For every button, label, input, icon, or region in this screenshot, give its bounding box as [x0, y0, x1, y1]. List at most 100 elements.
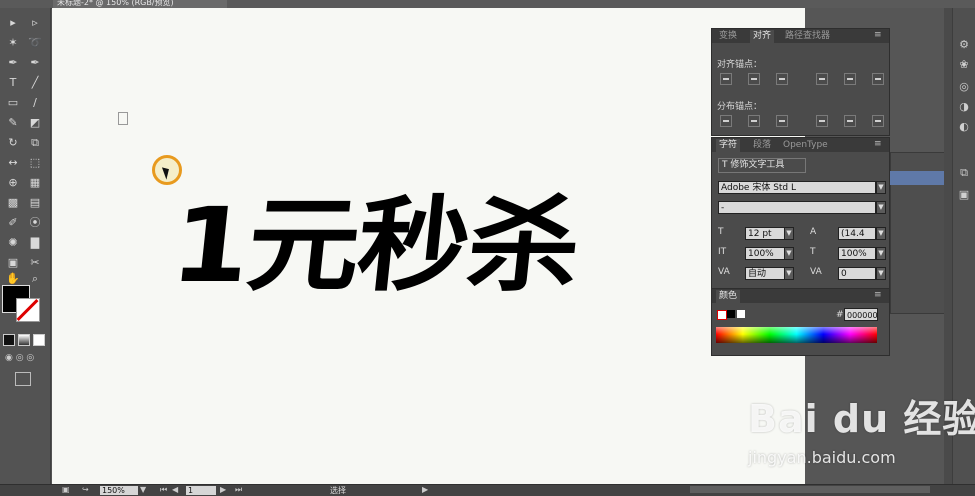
leading-field[interactable]: (14.4 [838, 227, 876, 240]
none-swatch[interactable] [717, 310, 727, 320]
touch-type-tool-button[interactable]: T 修饰文字工具 [718, 158, 806, 173]
pencil-tool-icon[interactable]: ✎ [4, 116, 22, 130]
align-bottom-button[interactable] [872, 73, 884, 85]
artboard-tool-icon[interactable]: ▣ [4, 256, 22, 270]
slice-tool-icon[interactable]: ✂ [26, 256, 44, 270]
align-left-button[interactable] [720, 73, 732, 85]
tab-transform[interactable]: 变换 [716, 30, 740, 43]
free-transform-tool-icon[interactable]: ⬚ [26, 156, 44, 170]
hand-tool-icon[interactable]: ✋ [4, 272, 22, 286]
status-menu-arrow-icon[interactable]: ▶ [422, 485, 428, 494]
tab-align[interactable]: 对齐 [750, 30, 775, 43]
layers-icon[interactable]: ⧉ [957, 166, 971, 180]
column-graph-tool-icon[interactable]: ▇ [26, 236, 44, 250]
last-artboard-icon[interactable]: ⏭ [235, 485, 242, 495]
shape-builder-tool-icon[interactable]: ⊕ [4, 176, 22, 190]
line-tool-icon[interactable]: ╱ [26, 76, 44, 90]
distribute-top-button[interactable] [720, 115, 732, 127]
white-swatch[interactable] [737, 310, 745, 318]
tab-opentype[interactable]: OpenType [780, 139, 831, 152]
touch-type-icon: T [722, 160, 728, 170]
font-style-dropdown[interactable]: ▼ [876, 201, 886, 214]
first-artboard-icon[interactable]: ⏮ [160, 485, 167, 495]
layers-selected-row[interactable] [890, 171, 952, 185]
font-size-dropdown[interactable]: ▼ [784, 227, 794, 240]
scale-tool-icon[interactable]: ⧉ [26, 136, 44, 150]
align-top-button[interactable] [816, 73, 828, 85]
horizontal-scale-dropdown[interactable]: ▼ [876, 247, 886, 260]
paintbrush-tool-icon[interactable]: ∕ [26, 96, 44, 110]
horizontal-scale-field[interactable]: 100% [838, 247, 876, 260]
blend-tool-icon[interactable]: ⦿ [26, 216, 44, 230]
kerning-field[interactable]: 自动 [745, 267, 785, 280]
leading-dropdown[interactable]: ▼ [876, 227, 886, 240]
distribute-left-button[interactable] [816, 115, 828, 127]
color-mode-icon[interactable] [3, 334, 15, 346]
font-style-field[interactable]: - [718, 201, 876, 214]
align-vcenter-button[interactable] [844, 73, 856, 85]
zoom-dropdown-icon[interactable]: ▼ [140, 485, 146, 494]
pen-tool-icon[interactable]: ✒ [4, 56, 22, 70]
align-hcenter-button[interactable] [748, 73, 760, 85]
type-tool-icon[interactable]: T [4, 76, 22, 90]
vertical-scale-field[interactable]: 100% [745, 247, 785, 260]
symbols-icon[interactable]: ❀ [957, 58, 971, 72]
color-spectrum[interactable] [716, 327, 877, 343]
document-tab[interactable]: 未标题-2* @ 150% (RGB/预览) [53, 0, 227, 8]
rotate-tool-icon[interactable]: ↻ [4, 136, 22, 150]
panel-menu-icon[interactable]: ≡ [874, 139, 882, 149]
status-icon: ▣ [62, 485, 70, 494]
previous-artboard-icon[interactable]: ◀ [172, 485, 178, 494]
next-artboard-icon[interactable]: ▶ [220, 485, 226, 494]
kerning-dropdown[interactable]: ▼ [784, 267, 794, 280]
tab-character[interactable]: 字符 [716, 139, 741, 152]
direct-selection-tool-icon[interactable]: ▹ [26, 16, 44, 30]
vertical-scale-dropdown[interactable]: ▼ [784, 247, 794, 260]
magic-wand-tool-icon[interactable]: ✶ [4, 36, 22, 50]
gradient-mode-icon[interactable] [18, 334, 30, 346]
artboard-number-field[interactable]: 1 [186, 486, 216, 495]
screen-mode-icon[interactable] [15, 372, 31, 386]
tab-paragraph[interactable]: 段落 [750, 139, 774, 152]
panel-menu-icon[interactable]: ≡ [874, 30, 882, 40]
font-family-field[interactable]: Adobe 宋体 Std L [718, 181, 876, 194]
appearance-icon[interactable]: ◑ [957, 100, 971, 114]
zoom-field[interactable]: 150% [100, 486, 138, 495]
width-tool-icon[interactable]: ↔ [4, 156, 22, 170]
horizontal-scrollbar[interactable] [690, 486, 930, 493]
distribute-bottom-button[interactable] [776, 115, 788, 127]
rectangle-tool-icon[interactable]: ▭ [4, 96, 22, 110]
draw-mode-icon[interactable]: ◉ ◎ ◎ [5, 353, 41, 363]
curvature-tool-icon[interactable]: ✒ [26, 56, 44, 70]
mesh-tool-icon[interactable]: ▩ [4, 196, 22, 210]
font-family-dropdown[interactable]: ▼ [876, 181, 886, 194]
zoom-tool-icon[interactable]: ⌕ [26, 272, 44, 286]
graphic-styles-icon[interactable]: ◎ [957, 80, 971, 94]
distribute-right-button[interactable] [872, 115, 884, 127]
selection-tool-icon[interactable]: ▸ [4, 16, 22, 30]
perspective-grid-tool-icon[interactable]: ▦ [26, 176, 44, 190]
share-icon[interactable]: ↪ [82, 485, 89, 494]
tracking-dropdown[interactable]: ▼ [876, 267, 886, 280]
tab-pathfinder[interactable]: 路径查找器 [782, 30, 833, 43]
transparency-icon[interactable]: ◐ [957, 120, 971, 134]
black-swatch[interactable] [727, 310, 735, 318]
symbol-sprayer-tool-icon[interactable]: ✺ [4, 236, 22, 250]
tab-color[interactable]: 颜色 [716, 290, 741, 303]
distribute-vcenter-button[interactable] [748, 115, 760, 127]
brushes-icon[interactable]: ⚙ [957, 38, 971, 52]
eyedropper-tool-icon[interactable]: ✐ [4, 216, 22, 230]
align-right-button[interactable] [776, 73, 788, 85]
hex-field[interactable]: 000000 [844, 308, 878, 321]
tracking-field[interactable]: 0 [838, 267, 876, 280]
panel-menu-icon[interactable]: ≡ [874, 290, 882, 300]
font-size-field[interactable]: 12 pt [745, 227, 785, 240]
none-mode-icon[interactable] [33, 334, 45, 346]
distribute-hcenter-button[interactable] [844, 115, 856, 127]
eraser-tool-icon[interactable]: ◩ [26, 116, 44, 130]
artboards-icon[interactable]: ▣ [957, 188, 971, 202]
gradient-tool-icon[interactable]: ▤ [26, 196, 44, 210]
headline-text[interactable]: 1元秒杀 [165, 182, 585, 311]
stroke-color-swatch[interactable] [16, 298, 40, 322]
lasso-tool-icon[interactable]: ➰ [26, 36, 44, 50]
